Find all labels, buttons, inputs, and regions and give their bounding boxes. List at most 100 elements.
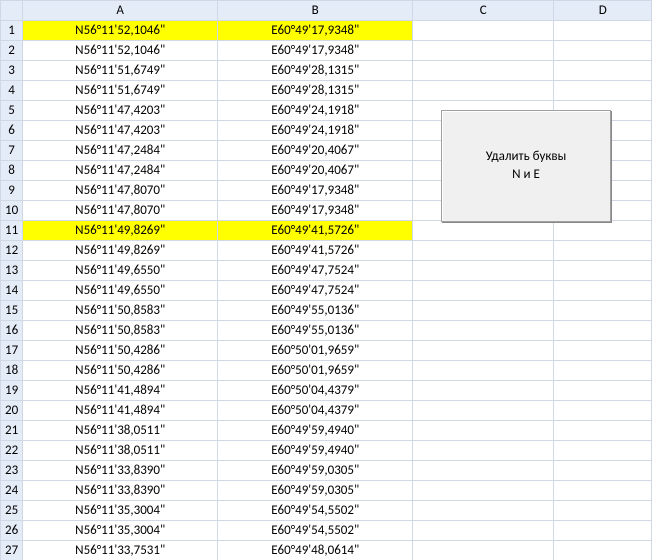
- cell[interactable]: [554, 541, 652, 560]
- cell[interactable]: E60°49'55,0136": [218, 321, 413, 341]
- cell[interactable]: [413, 301, 554, 321]
- cell[interactable]: [554, 401, 652, 421]
- cell[interactable]: N56°11'47,8070": [23, 201, 218, 221]
- cell[interactable]: [413, 521, 554, 541]
- cell[interactable]: E60°49'59,4940": [218, 421, 413, 441]
- cell[interactable]: N56°11'51,6749": [23, 61, 218, 81]
- cell[interactable]: N56°11'50,4286": [23, 361, 218, 381]
- cell[interactable]: N56°11'33,8390": [23, 481, 218, 501]
- row-header[interactable]: 18: [1, 361, 23, 381]
- row-header[interactable]: 13: [1, 261, 23, 281]
- row-header[interactable]: 17: [1, 341, 23, 361]
- cell[interactable]: E60°50'04,4379": [218, 381, 413, 401]
- cell[interactable]: [554, 501, 652, 521]
- cell[interactable]: [413, 281, 554, 301]
- row-header[interactable]: 1: [1, 21, 23, 41]
- cell[interactable]: N56°11'51,6749": [23, 81, 218, 101]
- cell[interactable]: E60°49'28,1315": [218, 81, 413, 101]
- row-header[interactable]: 3: [1, 61, 23, 81]
- cell[interactable]: N56°11'50,8583": [23, 321, 218, 341]
- row-header[interactable]: 20: [1, 401, 23, 421]
- cell[interactable]: [413, 501, 554, 521]
- cell[interactable]: E60°49'55,0136": [218, 301, 413, 321]
- cell[interactable]: [413, 481, 554, 501]
- cell[interactable]: N56°11'49,8269": [23, 241, 218, 261]
- cell[interactable]: [554, 421, 652, 441]
- row-header[interactable]: 25: [1, 501, 23, 521]
- cell[interactable]: [554, 21, 652, 41]
- cell[interactable]: N56°11'52,1046": [23, 21, 218, 41]
- cell[interactable]: [413, 81, 554, 101]
- cell[interactable]: E60°50'04,4379": [218, 401, 413, 421]
- cell[interactable]: [413, 21, 554, 41]
- row-header[interactable]: 19: [1, 381, 23, 401]
- row-header[interactable]: 5: [1, 101, 23, 121]
- cell[interactable]: E60°50'01,9659": [218, 361, 413, 381]
- cell[interactable]: [413, 361, 554, 381]
- cell[interactable]: [413, 321, 554, 341]
- cell[interactable]: N56°11'38,0511": [23, 421, 218, 441]
- row-header[interactable]: 10: [1, 201, 23, 221]
- row-header[interactable]: 7: [1, 141, 23, 161]
- cell[interactable]: [413, 421, 554, 441]
- cell[interactable]: [413, 401, 554, 421]
- cell[interactable]: E60°49'20,4067": [218, 141, 413, 161]
- cell[interactable]: [554, 341, 652, 361]
- cell[interactable]: [554, 81, 652, 101]
- cell[interactable]: E60°49'41,5726": [218, 241, 413, 261]
- row-header[interactable]: 22: [1, 441, 23, 461]
- row-header[interactable]: 24: [1, 481, 23, 501]
- row-header[interactable]: 8: [1, 161, 23, 181]
- cell[interactable]: [413, 241, 554, 261]
- cell[interactable]: [413, 41, 554, 61]
- cell[interactable]: E60°49'24,1918": [218, 121, 413, 141]
- cell[interactable]: E60°49'17,9348": [218, 41, 413, 61]
- cell[interactable]: [554, 261, 652, 281]
- row-header[interactable]: 15: [1, 301, 23, 321]
- cell[interactable]: N56°11'47,4203": [23, 101, 218, 121]
- cell[interactable]: N56°11'50,4286": [23, 341, 218, 361]
- cell[interactable]: E60°49'47,7524": [218, 261, 413, 281]
- cell[interactable]: [413, 261, 554, 281]
- cell[interactable]: [413, 461, 554, 481]
- cell[interactable]: N56°11'41,4894": [23, 401, 218, 421]
- cell[interactable]: N56°11'47,2484": [23, 161, 218, 181]
- row-header[interactable]: 2: [1, 41, 23, 61]
- row-header[interactable]: 23: [1, 461, 23, 481]
- cell[interactable]: N56°11'47,8070": [23, 181, 218, 201]
- row-header[interactable]: 11: [1, 221, 23, 241]
- cell[interactable]: E60°49'48,0614": [218, 541, 413, 560]
- cell[interactable]: N56°11'49,6550": [23, 281, 218, 301]
- cell[interactable]: [554, 321, 652, 341]
- row-header[interactable]: 14: [1, 281, 23, 301]
- select-all-corner[interactable]: [1, 1, 23, 21]
- cell[interactable]: [554, 241, 652, 261]
- col-header-a[interactable]: A: [23, 1, 218, 21]
- row-header[interactable]: 4: [1, 81, 23, 101]
- cell[interactable]: [413, 341, 554, 361]
- row-header[interactable]: 9: [1, 181, 23, 201]
- row-header[interactable]: 6: [1, 121, 23, 141]
- cell[interactable]: E60°49'17,9348": [218, 21, 413, 41]
- cell[interactable]: [554, 221, 652, 241]
- cell[interactable]: E60°49'17,9348": [218, 181, 413, 201]
- cell[interactable]: E60°49'28,1315": [218, 61, 413, 81]
- cell[interactable]: [554, 381, 652, 401]
- cell[interactable]: N56°11'52,1046": [23, 41, 218, 61]
- cell[interactable]: [554, 281, 652, 301]
- cell[interactable]: [413, 221, 554, 241]
- cell[interactable]: E60°49'17,9348": [218, 201, 413, 221]
- cell[interactable]: N56°11'33,8390": [23, 461, 218, 481]
- cell[interactable]: E60°49'59,4940": [218, 441, 413, 461]
- cell[interactable]: N56°11'35,3004": [23, 501, 218, 521]
- cell[interactable]: [554, 441, 652, 461]
- cell[interactable]: E60°49'59,0305": [218, 481, 413, 501]
- row-header[interactable]: 21: [1, 421, 23, 441]
- cell[interactable]: N56°11'49,8269": [23, 221, 218, 241]
- cell[interactable]: N56°11'33,7531": [23, 541, 218, 560]
- cell[interactable]: [413, 541, 554, 560]
- cell[interactable]: N56°11'35,3004": [23, 521, 218, 541]
- cell[interactable]: N56°11'47,2484": [23, 141, 218, 161]
- row-header[interactable]: 27: [1, 541, 23, 560]
- cell[interactable]: [554, 521, 652, 541]
